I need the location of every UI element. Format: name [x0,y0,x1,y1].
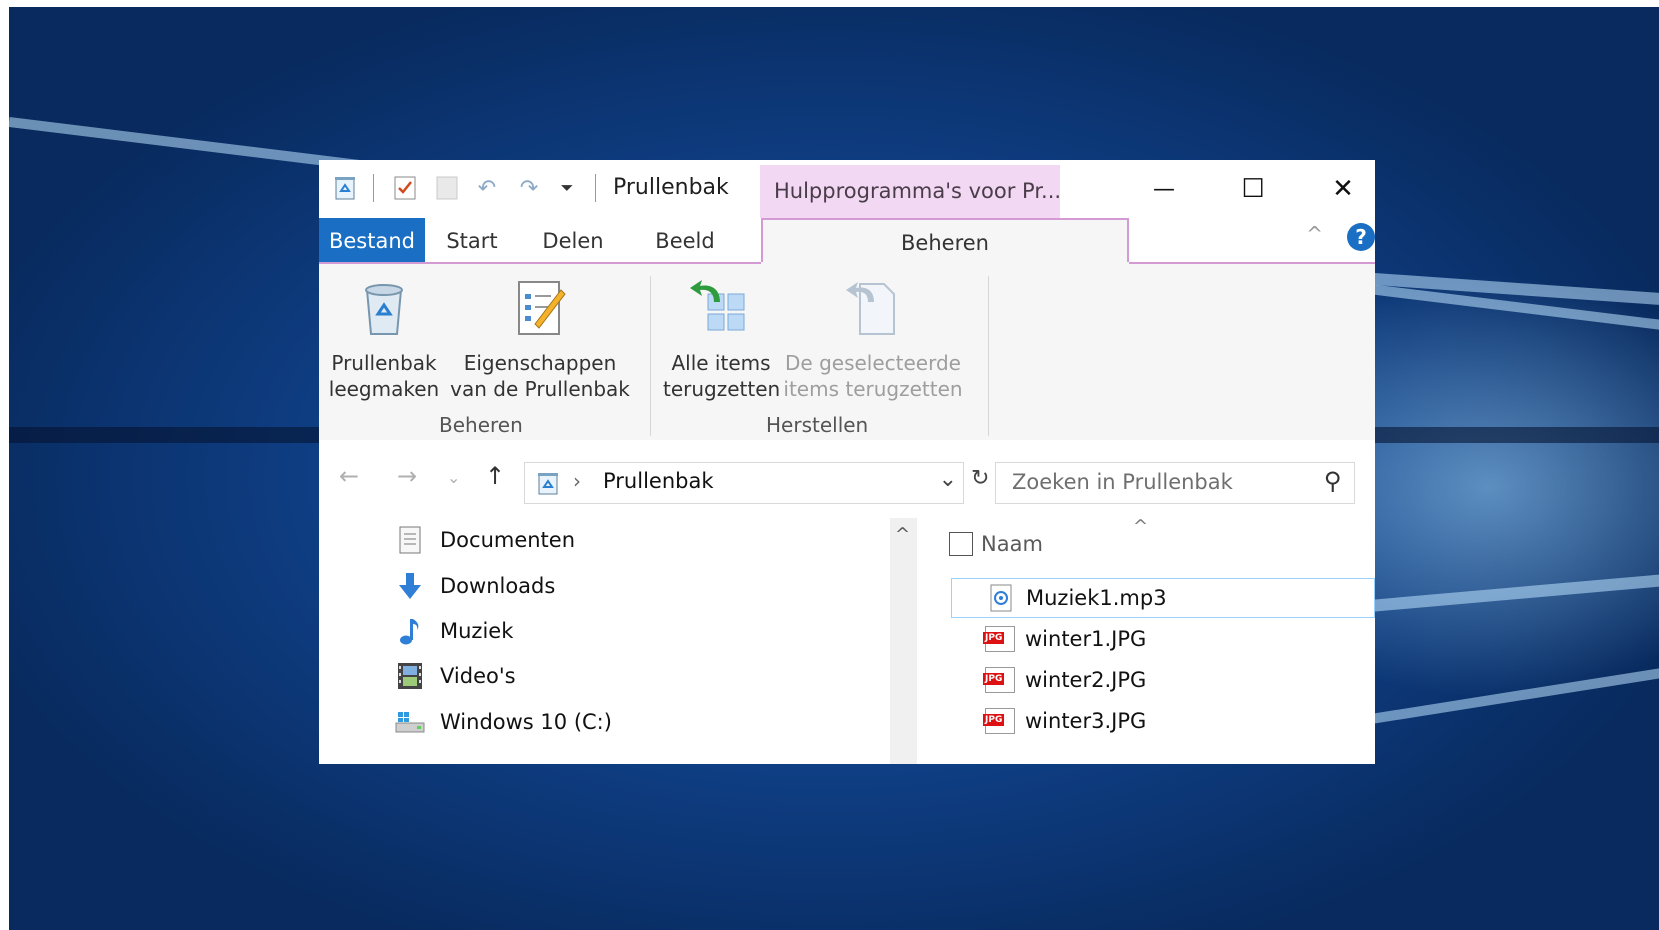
up-button[interactable]: ↑ [485,462,505,490]
file-row-winter3[interactable]: JPG winter3.JPG [951,701,1375,741]
redo-icon[interactable]: ↷ [515,174,543,202]
jpg-badge: JPG [983,632,1005,644]
jpg-badge: JPG [983,714,1005,726]
nav-item-label: Video's [440,664,516,688]
restore-all-button[interactable]: Alle items terugzetten [663,272,781,402]
select-all-checkbox[interactable] [949,532,973,556]
refresh-icon[interactable]: ↻ [971,466,989,491]
group-separator [650,276,651,436]
scroll-up-icon[interactable]: ^ [895,524,910,545]
navigation-bar: ← → ⌄ ↑ › Prullenbak ⌄ ↻ Zoeken in Prull… [319,440,1375,518]
group-label-beheren: Beheren [439,413,523,437]
tab-beheren[interactable]: Beheren [761,218,1129,266]
breadcrumb-path[interactable]: Prullenbak [603,469,714,493]
ribbon: Prullenbak leegmaken Eigenschappen van d… [319,264,1375,441]
breadcrumb-separator: › [573,469,581,493]
file-row-muziek1[interactable]: Muziek1.mp3 [951,578,1375,618]
file-row-winter2[interactable]: JPG winter2.JPG [951,660,1375,700]
recent-locations-button[interactable]: ⌄ [447,468,460,487]
jpg-file-icon: JPG [983,666,1015,694]
tab-delen[interactable]: Delen [533,218,613,264]
nav-item-windows-c[interactable]: Windows 10 (C:) [394,702,612,742]
explorer-window: ↶ ↷ ⏷ Prullenbak Hulpprogramma's voor Pr… [319,160,1375,764]
file-name: Muziek1.mp3 [1026,586,1167,610]
search-placeholder: Zoeken in Prullenbak [1012,470,1233,494]
jpg-badge: JPG [983,673,1005,685]
properties-label-2: van de Prullenbak [450,377,630,401]
restore-selected-icon [838,272,908,342]
separator [373,174,374,202]
audio-file-icon [986,584,1016,612]
group-separator [988,276,989,436]
context-tab-recycle-bin-tools[interactable]: Hulpprogramma's voor Pr... [760,165,1060,218]
address-dropdown-icon[interactable]: ⌄ [939,467,957,492]
minimize-button[interactable]: — [1134,168,1194,210]
drive-icon [394,706,426,738]
music-icon [394,615,426,647]
file-name: winter2.JPG [1025,668,1147,692]
nav-item-label: Windows 10 (C:) [440,710,612,734]
back-button[interactable]: ← [339,462,359,490]
recycle-bin-address-icon [535,470,561,496]
group-label-herstellen: Herstellen [766,413,869,437]
ribbon-tabs: Bestand Start Delen Beeld Beheren [319,218,1375,266]
file-list: ^ Naam Muziek1.mp3 JPG winter1.JPG JPG w… [917,516,1375,764]
search-box[interactable]: Zoeken in Prullenbak ⚲ [995,462,1355,504]
nav-item-label: Muziek [440,619,514,643]
videos-icon [394,660,426,692]
nav-item-documenten[interactable]: Documenten [394,520,575,560]
properties-label-1: Eigenschappen [463,351,617,375]
help-icon[interactable]: ? [1347,223,1375,251]
address-bar[interactable]: › Prullenbak ⌄ [524,462,964,504]
recycle-bin-small-icon[interactable] [331,174,359,202]
tab-start[interactable]: Start [437,218,507,264]
restore-all-label-1: Alle items [671,351,771,375]
file-name: winter1.JPG [1025,627,1147,651]
jpg-file-icon: JPG [983,625,1015,653]
properties-icon [505,272,575,342]
maximize-button[interactable]: ☐ [1223,168,1283,210]
customize-toolbar-icon[interactable]: ⏷ [553,174,581,202]
nav-item-downloads[interactable]: Downloads [394,566,555,606]
tab-bestand[interactable]: Bestand [319,218,425,264]
column-header-naam[interactable]: Naam [981,532,1043,556]
file-name: winter3.JPG [1025,709,1147,733]
nav-pane-scrollbar[interactable]: ^ [890,518,917,764]
nav-item-videos[interactable]: Video's [394,656,516,696]
restore-selected-label-2: items terugzetten [783,377,963,401]
forward-button[interactable]: → [397,462,417,490]
restore-selected-button[interactable]: De geselecteerde items terugzetten [783,272,963,402]
nav-item-muziek[interactable]: Muziek [394,611,513,651]
close-button[interactable]: ✕ [1313,168,1373,210]
restore-selected-label-1: De geselecteerde [785,351,961,375]
documents-icon [394,524,426,556]
search-icon[interactable]: ⚲ [1324,467,1342,495]
undo-icon[interactable]: ↶ [473,174,501,202]
empty-recycle-bin-label-1: Prullenbak [331,351,437,375]
empty-recycle-bin-label-2: leegmaken [328,377,440,401]
new-folder-small-icon[interactable] [433,174,461,202]
properties-small-icon[interactable] [391,174,419,202]
sort-ascending-icon: ^ [1133,516,1149,537]
window-title: Prullenbak [613,175,729,200]
collapse-ribbon-icon[interactable]: ^ [1306,222,1323,246]
downloads-icon [394,570,426,602]
navigation-pane: Documenten Downloads Muziek Video's Wind… [319,518,915,764]
recycle-bin-icon [349,272,419,342]
restore-all-label-2: terugzetten [663,377,781,401]
jpg-file-icon: JPG [983,707,1015,735]
title-bar: ↶ ↷ ⏷ Prullenbak Hulpprogramma's voor Pr… [319,160,1375,218]
separator [595,174,596,202]
tab-beeld[interactable]: Beeld [647,218,723,264]
empty-recycle-bin-button[interactable]: Prullenbak leegmaken [327,272,441,402]
restore-all-icon [686,272,756,342]
file-row-winter1[interactable]: JPG winter1.JPG [951,619,1375,659]
nav-item-label: Documenten [440,528,576,552]
nav-item-label: Downloads [440,574,556,598]
recycle-bin-properties-button[interactable]: Eigenschappen van de Prullenbak [447,272,633,402]
